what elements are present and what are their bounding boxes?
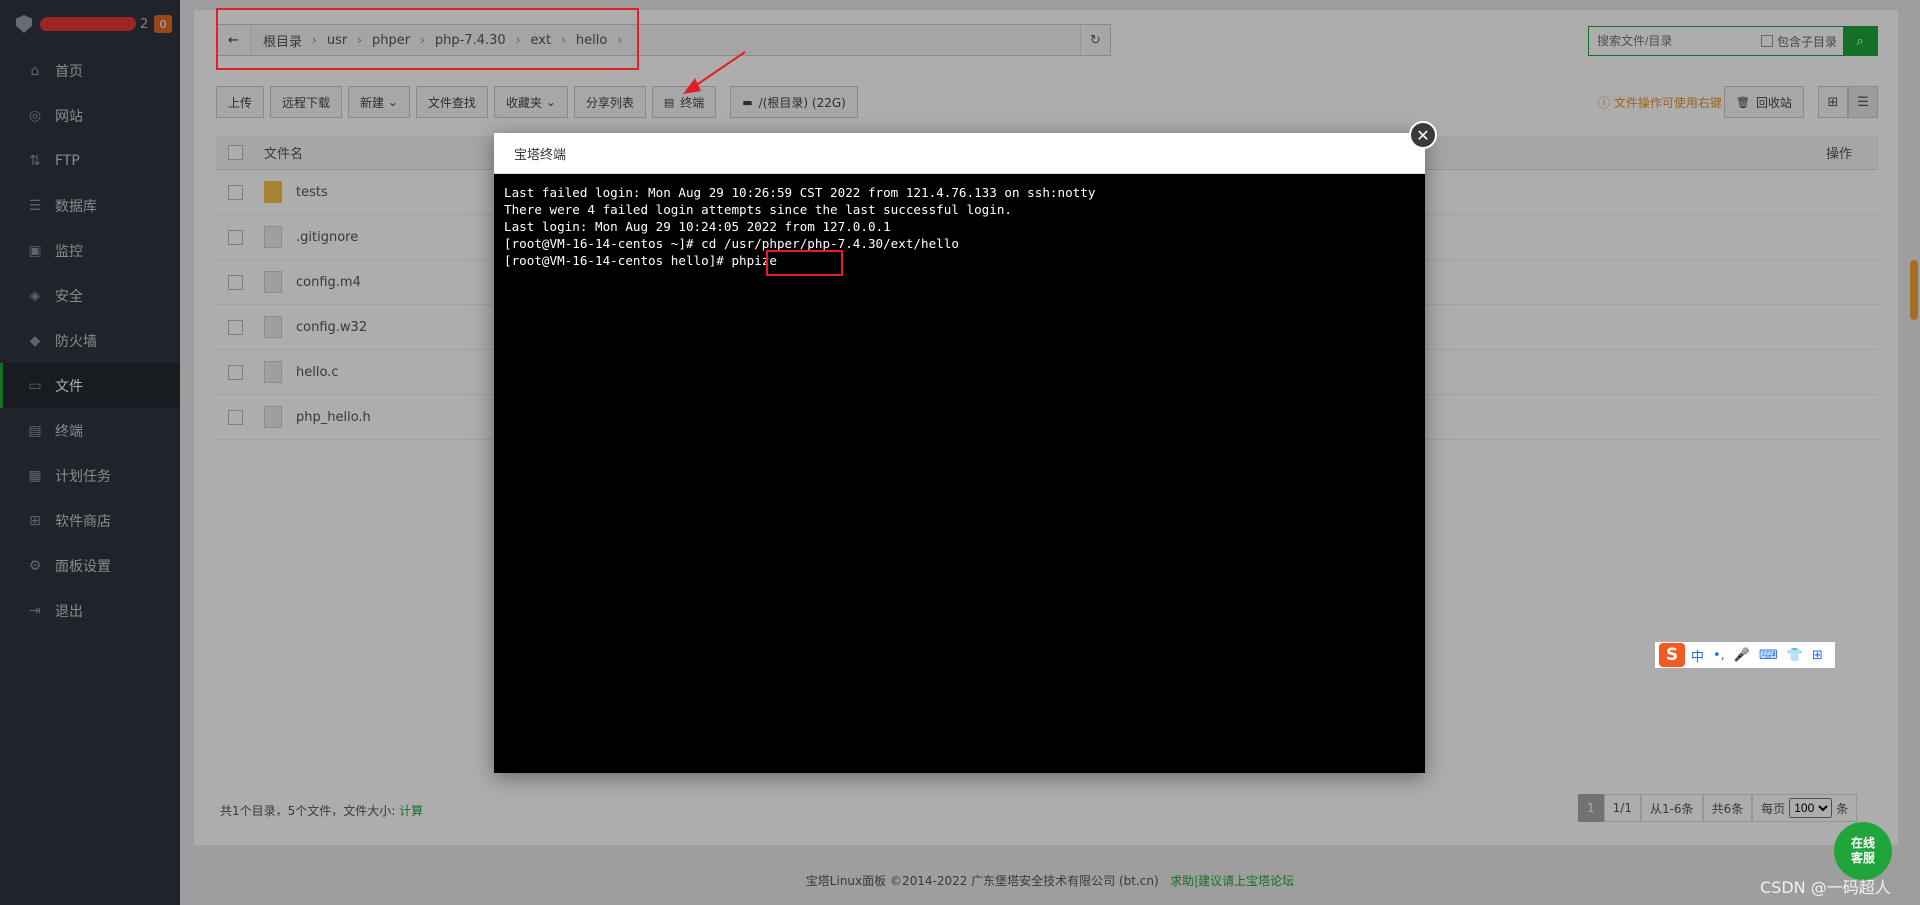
command-highlight-box <box>766 250 843 276</box>
ime-language[interactable]: 中 <box>1691 646 1704 665</box>
online-service-line1: 在线 <box>1850 836 1875 850</box>
terminal-line: [root@VM-16-14-centos ~]# cd /usr/phper/… <box>504 236 959 251</box>
skin-icon[interactable]: 👕 <box>1787 648 1803 663</box>
toolbox-icon[interactable]: ⊞ <box>1812 648 1823 663</box>
close-icon[interactable]: ✕ <box>1409 121 1437 149</box>
breadcrumb-highlight-box <box>216 8 639 70</box>
microphone-icon[interactable]: 🎤 <box>1734 648 1750 663</box>
terminal-line: [root@VM-16-14-centos hello]# phpize <box>504 253 777 268</box>
terminal-line: Last login: Mon Aug 29 10:24:05 2022 fro… <box>504 219 891 234</box>
terminal-line: There were 4 failed login attempts since… <box>504 202 1012 217</box>
terminal-line: Last failed login: Mon Aug 29 10:26:59 C… <box>504 185 1096 200</box>
punctuation-icon[interactable]: •, <box>1713 648 1725 663</box>
keyboard-icon[interactable]: ⌨ <box>1759 648 1778 663</box>
ime-toolbar: S 中 •, 🎤 ⌨ 👕 ⊞ <box>1655 642 1835 668</box>
sogou-logo-icon[interactable]: S <box>1659 643 1685 667</box>
online-service-button[interactable]: 在线 客服 <box>1834 822 1892 880</box>
dialog-title: 宝塔终端 <box>494 133 1425 174</box>
watermark: CSDN @一码超人 <box>1760 878 1891 897</box>
terminal-output[interactable]: Last failed login: Mon Aug 29 10:26:59 C… <box>494 174 1425 279</box>
terminal-dialog: 宝塔终端 ✕ Last failed login: Mon Aug 29 10:… <box>494 121 1437 773</box>
online-service-line2: 客服 <box>1850 851 1875 865</box>
